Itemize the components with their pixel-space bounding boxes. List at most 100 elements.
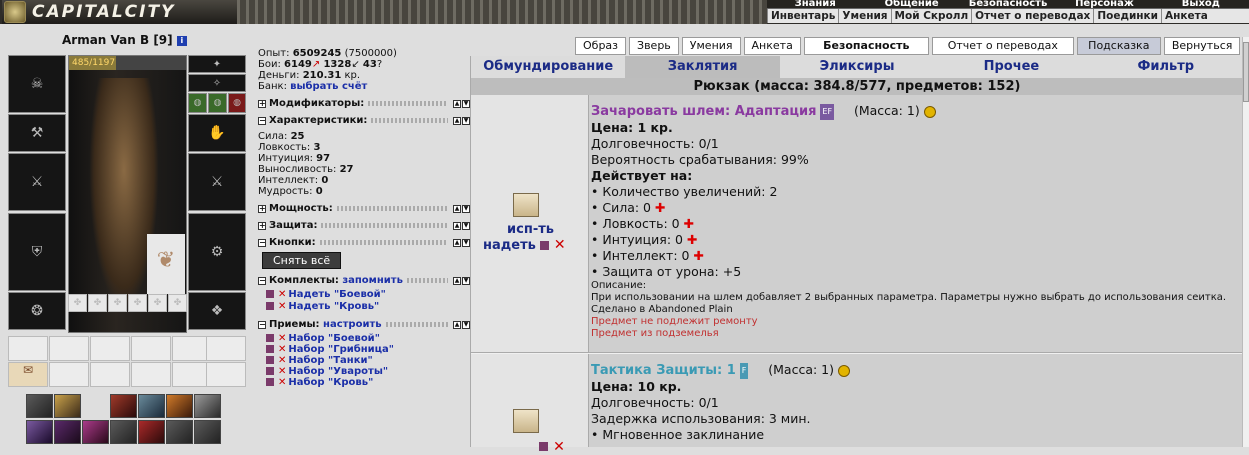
scroll-slot[interactable] <box>90 362 130 387</box>
pet-portrait[interactable]: ❦ <box>147 234 185 294</box>
plus-icon[interactable]: ✚ <box>693 248 703 263</box>
plus-icon[interactable]: ✚ <box>684 216 694 231</box>
up-arrow-icon[interactable]: ▲ <box>453 221 461 230</box>
gloves-slot[interactable]: ✋ <box>188 114 246 152</box>
section-characteristics[interactable]: − Характеристики: ▲ ▼ <box>258 115 470 126</box>
collapse-icon[interactable]: − <box>258 276 266 285</box>
effect-icon[interactable] <box>110 394 137 418</box>
delete-icon[interactable]: ✕ <box>278 289 286 300</box>
menu-item-fights[interactable]: Поединки <box>1093 9 1161 23</box>
item-name[interactable]: Тактика Защиты: 1 <box>591 363 736 378</box>
delete-icon[interactable]: ✕ <box>554 237 566 253</box>
belt-slot[interactable]: ❂ <box>8 292 66 330</box>
scroll-slot[interactable] <box>90 336 130 361</box>
effect-icon[interactable] <box>26 394 53 418</box>
menu-item-character[interactable]: Персонаж <box>1056 0 1152 8</box>
effect-icon[interactable] <box>110 420 137 444</box>
effect-icon[interactable] <box>166 394 193 418</box>
page-scrollbar[interactable] <box>1242 37 1249 447</box>
delete-icon[interactable]: ✕ <box>278 333 286 344</box>
pocket-slot-4[interactable]: ✤ <box>128 294 147 312</box>
undress-all-button[interactable]: Снять всё <box>262 252 342 269</box>
amulet-slot[interactable]: ✧ <box>188 74 246 92</box>
effect-icon[interactable] <box>194 394 221 418</box>
up-arrow-icon[interactable]: ▲ <box>453 204 461 213</box>
up-arrow-icon[interactable]: ▲ <box>453 238 461 247</box>
earrings-slot[interactable]: ✦ <box>188 55 246 73</box>
effect-icon[interactable] <box>138 420 165 444</box>
effect-icon[interactable] <box>82 420 109 444</box>
set-label[interactable]: Надеть "Кровь" <box>288 301 379 312</box>
technique-item[interactable]: ✕ Набор "Увароты" <box>266 366 470 377</box>
section-sets[interactable]: − Комплекты: запомнить ▲ ▼ <box>258 275 470 286</box>
bank-select-link[interactable]: выбрать счёт <box>290 81 367 92</box>
scroll-slot[interactable] <box>8 336 48 361</box>
pocket-slot-2[interactable]: ✤ <box>88 294 107 312</box>
legs-slot[interactable]: ⚙ <box>188 213 246 291</box>
plus-icon[interactable]: ✚ <box>655 200 665 215</box>
configure-link[interactable]: настроить <box>323 319 382 330</box>
pocket-slot-5[interactable]: ✤ <box>148 294 167 312</box>
scrollbar-thumb[interactable] <box>1243 42 1249 102</box>
effect-icon[interactable] <box>138 394 165 418</box>
weapon-left-slot[interactable]: ⚔ <box>8 153 66 211</box>
wear-link[interactable]: надеть <box>483 238 536 253</box>
expand-icon[interactable]: + <box>258 221 266 230</box>
scroll-slot[interactable] <box>131 362 171 387</box>
set-item[interactable]: ✕ Надеть "Кровь" <box>266 301 470 313</box>
effect-icon[interactable] <box>54 394 81 418</box>
technique-label[interactable]: Набор "Боевой" <box>288 333 380 344</box>
effect-icon[interactable] <box>194 420 221 444</box>
effect-icon[interactable] <box>54 420 81 444</box>
collapse-icon[interactable]: − <box>258 320 266 329</box>
section-buttons[interactable]: − Кнопки: ▲ ▼ <box>258 237 470 248</box>
technique-item[interactable]: ✕ Набор "Боевой" <box>266 333 470 344</box>
ring2-slot[interactable]: ◍ <box>208 93 227 113</box>
ring1-slot[interactable]: ◍ <box>188 93 207 113</box>
bracers-slot[interactable]: ⚒ <box>8 114 66 152</box>
menu-item-transfer-report[interactable]: Отчет о переводах <box>971 9 1093 23</box>
pocket-slot-3[interactable]: ✤ <box>108 294 127 312</box>
technique-item[interactable]: ✕ Набор "Танки" <box>266 355 470 366</box>
up-arrow-icon[interactable]: ▲ <box>453 116 461 125</box>
expand-icon[interactable]: + <box>258 204 266 213</box>
effect-icon[interactable] <box>26 420 53 444</box>
category-spells[interactable]: Заклятия <box>625 56 780 78</box>
collapse-icon[interactable]: − <box>258 116 266 125</box>
down-arrow-icon[interactable]: ▼ <box>462 116 470 125</box>
technique-label[interactable]: Набор "Кровь" <box>288 377 373 388</box>
armor-slot[interactable]: ⛨ <box>8 213 66 291</box>
tab-skills[interactable]: Умения <box>681 37 741 55</box>
technique-item[interactable]: ✕ Набор "Грибница" <box>266 344 470 355</box>
weapon-right-slot[interactable]: ⚔ <box>188 153 246 211</box>
delete-icon[interactable]: ✕ <box>553 439 565 455</box>
scroll-slot[interactable] <box>206 362 246 387</box>
menu-item-security[interactable]: Безопасность <box>960 0 1056 8</box>
technique-item[interactable]: ✕ Набор "Кровь" <box>266 377 470 388</box>
menu-item-inventory[interactable]: Инвентарь <box>767 9 838 23</box>
helmet-slot[interactable]: ☠ <box>8 55 66 113</box>
section-power[interactable]: + Мощность: ▲ ▼ <box>258 203 470 214</box>
tab-pet[interactable]: Зверь <box>629 37 679 55</box>
up-arrow-icon[interactable]: ▲ <box>453 320 461 329</box>
up-arrow-icon[interactable]: ▲ <box>453 99 461 108</box>
menu-item-communication[interactable]: Общение <box>863 0 959 8</box>
pocket-slot-1[interactable]: ✤ <box>68 294 87 312</box>
category-equipment[interactable]: Обмундирование <box>471 56 625 78</box>
up-arrow-icon[interactable]: ▲ <box>453 276 461 285</box>
down-arrow-icon[interactable]: ▼ <box>462 204 470 213</box>
scroll-slot-filled[interactable]: ✉ <box>8 362 48 387</box>
use-link[interactable]: исп-ть <box>483 222 578 237</box>
set-label[interactable]: Надеть "Боевой" <box>288 289 385 300</box>
down-arrow-icon[interactable]: ▼ <box>462 238 470 247</box>
delete-icon[interactable]: ✕ <box>278 366 286 377</box>
section-modifiers[interactable]: + Модификаторы: ▲ ▼ <box>258 98 470 109</box>
effect-icon[interactable] <box>166 420 193 444</box>
menu-item-my-scroll[interactable]: Мой Скролл <box>890 9 972 23</box>
category-filter[interactable]: Фильтр <box>1089 56 1243 78</box>
scroll-slot[interactable] <box>206 336 246 361</box>
boots-slot[interactable]: ❖ <box>188 292 246 330</box>
tab-hint[interactable]: Подсказка <box>1076 37 1161 55</box>
expand-icon[interactable]: + <box>258 99 266 108</box>
tab-security[interactable]: Безопасность <box>803 37 929 55</box>
